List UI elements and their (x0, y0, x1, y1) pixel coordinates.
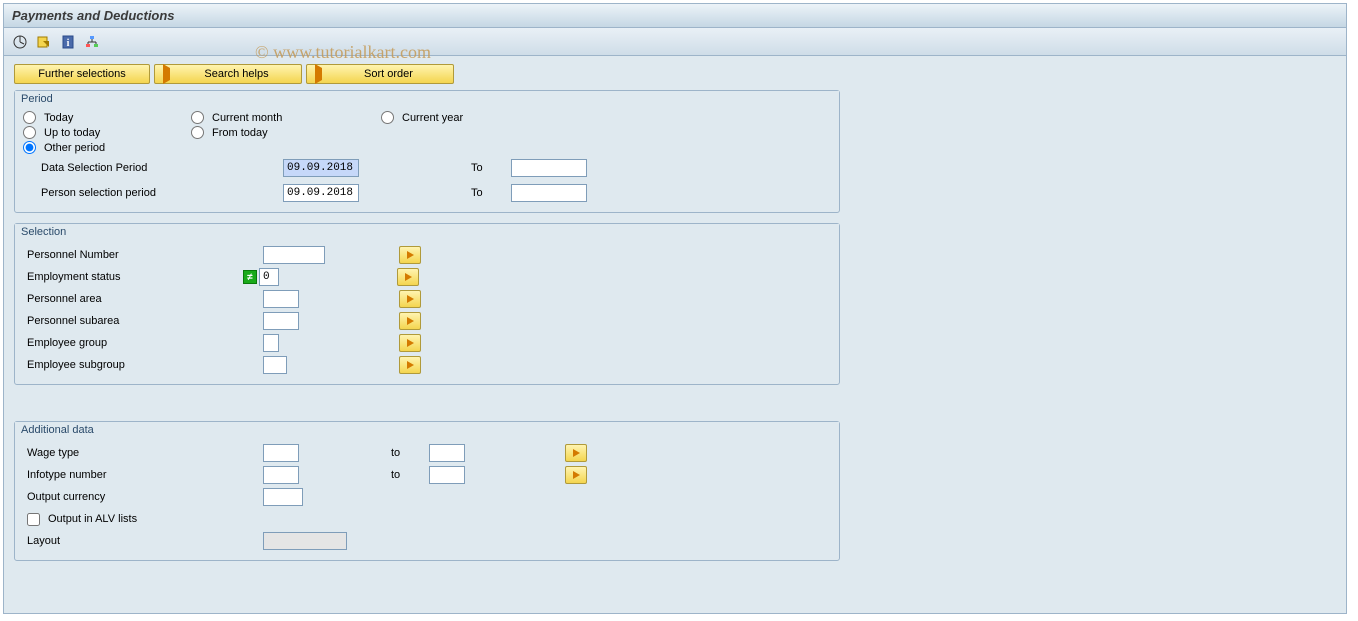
personnel-area-label: Personnel area (23, 293, 243, 305)
output-alv-checkbox[interactable]: Output in ALV lists (23, 513, 137, 526)
employment-status-label: Employment status (23, 271, 243, 283)
data-selection-to-label: To (471, 162, 511, 174)
additional-data-group-title: Additional data (15, 422, 839, 436)
employee-group-label: Employee group (23, 337, 243, 349)
sort-order-button[interactable]: Sort order (306, 64, 454, 84)
infotype-from-input[interactable] (263, 466, 299, 484)
wage-type-multi-button[interactable] (565, 444, 587, 462)
person-selection-to-input[interactable] (511, 184, 587, 202)
infotype-to-label: to (391, 469, 429, 481)
further-selections-button[interactable]: Further selections (14, 64, 150, 84)
data-selection-period-label: Data Selection Period (23, 162, 253, 174)
radio-today[interactable]: Today (23, 111, 191, 124)
layout-label: Layout (23, 535, 243, 547)
personnel-number-label: Personnel Number (23, 249, 243, 261)
wage-type-to-label: to (391, 447, 429, 459)
personnel-area-multi-button[interactable] (399, 290, 421, 308)
output-currency-input[interactable] (263, 488, 303, 506)
layout-input (263, 532, 347, 550)
wage-type-label: Wage type (23, 447, 243, 459)
layout-icon[interactable] (82, 33, 102, 51)
execute-icon[interactable] (10, 33, 30, 51)
person-selection-period-label: Person selection period (23, 187, 253, 199)
infotype-multi-button[interactable] (565, 466, 587, 484)
data-selection-from-input[interactable] (283, 159, 359, 177)
personnel-number-input[interactable] (263, 246, 325, 264)
employee-group-multi-button[interactable] (399, 334, 421, 352)
radio-from-today[interactable]: From today (191, 126, 381, 139)
employment-status-multi-button[interactable] (397, 268, 419, 286)
search-helps-button[interactable]: Search helps (154, 64, 302, 84)
person-selection-to-label: To (471, 187, 511, 199)
period-group-title: Period (15, 91, 839, 105)
infotype-to-input[interactable] (429, 466, 465, 484)
employment-status-input[interactable] (259, 268, 279, 286)
employee-group-input[interactable] (263, 334, 279, 352)
svg-text:i: i (67, 38, 70, 49)
info-icon[interactable]: i (58, 33, 78, 51)
employee-subgroup-multi-button[interactable] (399, 356, 421, 374)
personnel-subarea-label: Personnel subarea (23, 315, 243, 327)
radio-up-to-today[interactable]: Up to today (23, 126, 191, 139)
radio-other-period[interactable]: Other period (23, 141, 191, 154)
radio-current-month[interactable]: Current month (191, 111, 381, 124)
person-selection-from-input[interactable] (283, 184, 359, 202)
employee-subgroup-label: Employee subgroup (23, 359, 243, 371)
wage-type-to-input[interactable] (429, 444, 465, 462)
personnel-subarea-input[interactable] (263, 312, 299, 330)
variant-icon[interactable] (34, 33, 54, 51)
radio-current-year[interactable]: Current year (381, 111, 531, 124)
personnel-subarea-multi-button[interactable] (399, 312, 421, 330)
data-selection-to-input[interactable] (511, 159, 587, 177)
employee-subgroup-input[interactable] (263, 356, 287, 374)
page-title: Payments and Deductions (4, 4, 1346, 28)
wage-type-from-input[interactable] (263, 444, 299, 462)
personnel-number-multi-button[interactable] (399, 246, 421, 264)
additional-data-group: Additional data Wage type to Infotype nu… (14, 421, 840, 561)
selection-group: Selection Personnel Number Employment st… (14, 223, 840, 385)
personnel-area-input[interactable] (263, 290, 299, 308)
selection-group-title: Selection (15, 224, 839, 238)
app-toolbar: i (4, 28, 1346, 56)
output-currency-label: Output currency (23, 491, 243, 503)
period-group: Period Today Current month Current year … (14, 90, 840, 213)
infotype-number-label: Infotype number (23, 469, 243, 481)
not-equal-icon[interactable]: ≠ (243, 270, 257, 284)
